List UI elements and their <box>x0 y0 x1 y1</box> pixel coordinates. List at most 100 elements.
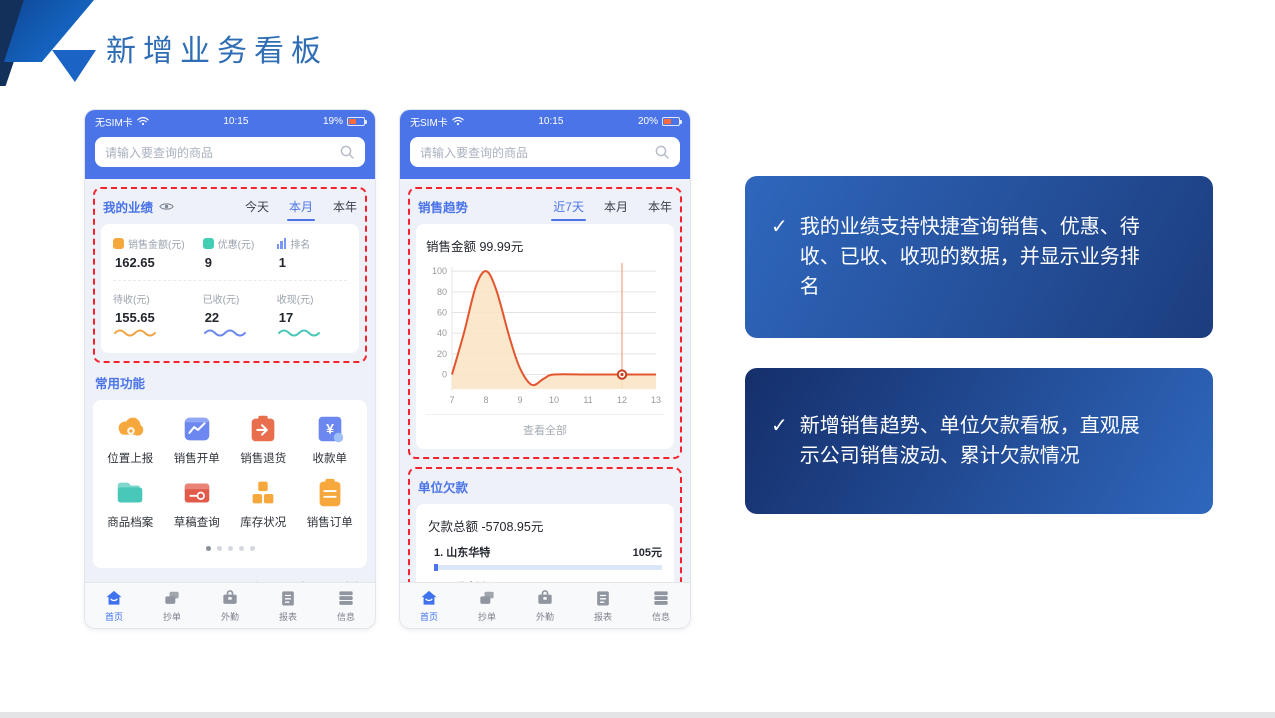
function-arrow[interactable]: 销售退货 <box>240 412 286 466</box>
stat-label: 收现(元) <box>277 291 347 306</box>
callout-text: 我的业绩支持快捷查询销售、优惠、待收、已收、收现的数据，并显示业务排名 <box>800 212 1146 302</box>
clipboard-icon <box>313 476 347 510</box>
info-icon <box>651 588 671 608</box>
blocks-icon <box>246 476 280 510</box>
stat-value: 155.65 <box>115 310 203 325</box>
search-input[interactable]: 请输入要查询的商品 <box>410 137 680 167</box>
quick-functions-header: 常用功能 <box>93 369 367 400</box>
highlight-trend-section: 销售趋势 近7天本月本年 销售金额 99.99元 020406080100789… <box>408 187 682 459</box>
tabbar-item-report[interactable]: 报表 <box>259 583 317 628</box>
tabbar-item-copy[interactable]: 抄单 <box>143 583 201 628</box>
search-icon[interactable] <box>339 144 355 160</box>
search-icon[interactable] <box>654 144 670 160</box>
view-all-link[interactable]: 查看全部 <box>426 414 664 445</box>
trend-right-tab-1[interactable]: 近7天 <box>553 198 584 215</box>
stat-label: 销售金额(元) <box>113 236 203 251</box>
tabbar-item-info[interactable]: 信息 <box>632 583 690 628</box>
battery-icon <box>347 117 365 126</box>
performance-tab-3[interactable]: 本年 <box>333 198 357 215</box>
quick-functions-title: 常用功能 <box>95 373 145 392</box>
search-placeholder: 请输入要查询的商品 <box>420 144 528 161</box>
bag-icon <box>220 588 240 608</box>
tabbar-item-info[interactable]: 信息 <box>317 583 375 628</box>
debt-name: 1. 山东华特 <box>434 544 490 560</box>
page-dots <box>97 530 363 564</box>
svg-text:0: 0 <box>442 370 447 380</box>
svg-text:10: 10 <box>549 395 559 405</box>
debt-bar <box>434 565 662 570</box>
arrow-icon <box>246 412 280 446</box>
status-bar: 无SIM卡 10:15 19% <box>85 110 375 132</box>
status-time: 10:15 <box>538 116 563 127</box>
trend-right-tab-3[interactable]: 本年 <box>648 198 672 215</box>
carrier-label: 无SIM卡 <box>410 114 448 129</box>
function-chart[interactable]: 销售开单 <box>174 412 220 466</box>
tabbar-item-copy[interactable]: 抄单 <box>458 583 516 628</box>
function-clipboard[interactable]: 销售订单 <box>307 476 353 530</box>
copy-icon <box>477 588 497 608</box>
tabbar-item-report[interactable]: 报表 <box>574 583 632 628</box>
bottom-tab-bar: 首页抄单 外勤报表 信息 <box>85 582 375 628</box>
function-cloud[interactable]: 位置上报 <box>107 412 153 466</box>
report-icon <box>278 588 298 608</box>
phone-screenshot-left: 无SIM卡 10:15 19% 请输入要查询的商品 我的业绩 <box>85 110 375 628</box>
tabbar-label: 报表 <box>594 610 612 623</box>
tabbar-item-bag[interactable]: 外勤 <box>201 583 259 628</box>
box-icon <box>180 476 214 510</box>
trend-tabs: 近7天 本月 本年 <box>553 198 672 215</box>
debt-list-item[interactable]: 1. 山东华特 105元 <box>428 544 662 570</box>
search-placeholder: 请输入要查询的商品 <box>105 144 213 161</box>
tabbar-item-home[interactable]: 首页 <box>400 583 458 628</box>
search-input[interactable]: 请输入要查询的商品 <box>95 137 365 167</box>
cloud-icon <box>113 412 147 446</box>
function-box[interactable]: 草稿查询 <box>174 476 220 530</box>
square-stat-icon <box>203 238 214 249</box>
page-title: 新增业务看板 <box>106 26 328 70</box>
trend-right-tab-2[interactable]: 本月 <box>604 198 628 215</box>
tabbar-label: 报表 <box>279 610 297 623</box>
svg-text:100: 100 <box>432 266 447 276</box>
svg-text:20: 20 <box>437 349 447 359</box>
spark-wave-icon <box>277 326 321 338</box>
performance-title: 我的业绩 <box>103 197 153 216</box>
check-icon: ✓ <box>771 411 788 471</box>
svg-text:12: 12 <box>617 395 627 405</box>
report-icon <box>593 588 613 608</box>
home-icon <box>419 588 439 608</box>
quick-functions-card: 位置上报销售开单销售退货 ¥ 收款单商品档案草稿查询库存状况销售订单 <box>93 400 367 568</box>
trend-card: 销售金额 99.99元 02040608010078910111213 查看全部 <box>416 224 674 449</box>
stat-value: 22 <box>205 310 277 325</box>
stat-label: 待收(元) <box>113 291 203 306</box>
copy-icon <box>162 588 182 608</box>
battery-icon <box>662 117 680 126</box>
svg-text:80: 80 <box>437 287 447 297</box>
eye-icon[interactable] <box>159 201 174 212</box>
svg-text:40: 40 <box>437 328 447 338</box>
carrier-label: 无SIM卡 <box>95 114 133 129</box>
tabbar-label: 抄单 <box>478 610 496 623</box>
footer-strip <box>0 712 1275 718</box>
stat-label: 已收(元) <box>203 291 277 306</box>
debt-value: 105元 <box>633 544 662 560</box>
wifi-icon <box>137 116 149 126</box>
phone-screenshot-right: 无SIM卡 10:15 20% 请输入要查询的商品 销售趋势 <box>400 110 690 628</box>
svg-text:13: 13 <box>651 395 661 405</box>
function-blocks[interactable]: 库存状况 <box>240 476 286 530</box>
svg-text:¥: ¥ <box>326 422 334 438</box>
tabbar-item-bag[interactable]: 外勤 <box>516 583 574 628</box>
function-label: 收款单 <box>313 450 348 466</box>
svg-text:9: 9 <box>517 395 522 405</box>
search-bar-area: 请输入要查询的商品 <box>85 132 375 179</box>
wifi-icon <box>452 116 464 126</box>
function-folder[interactable]: 商品档案 <box>107 476 153 530</box>
function-yen[interactable]: ¥ 收款单 <box>313 412 348 466</box>
home-icon <box>104 588 124 608</box>
performance-card: 销售金额(元)162.65优惠(元)9排名1 待收(元)155.65已收(元)2… <box>101 224 359 353</box>
debts-title: 单位欠款 <box>418 477 468 496</box>
spark-wave-icon <box>203 326 247 338</box>
performance-tab-1[interactable]: 今天 <box>245 198 269 215</box>
rank-bars-icon <box>277 238 287 249</box>
performance-tab-2[interactable]: 本月 <box>289 198 313 215</box>
tabbar-item-home[interactable]: 首页 <box>85 583 143 628</box>
tabbar-label: 抄单 <box>163 610 181 623</box>
